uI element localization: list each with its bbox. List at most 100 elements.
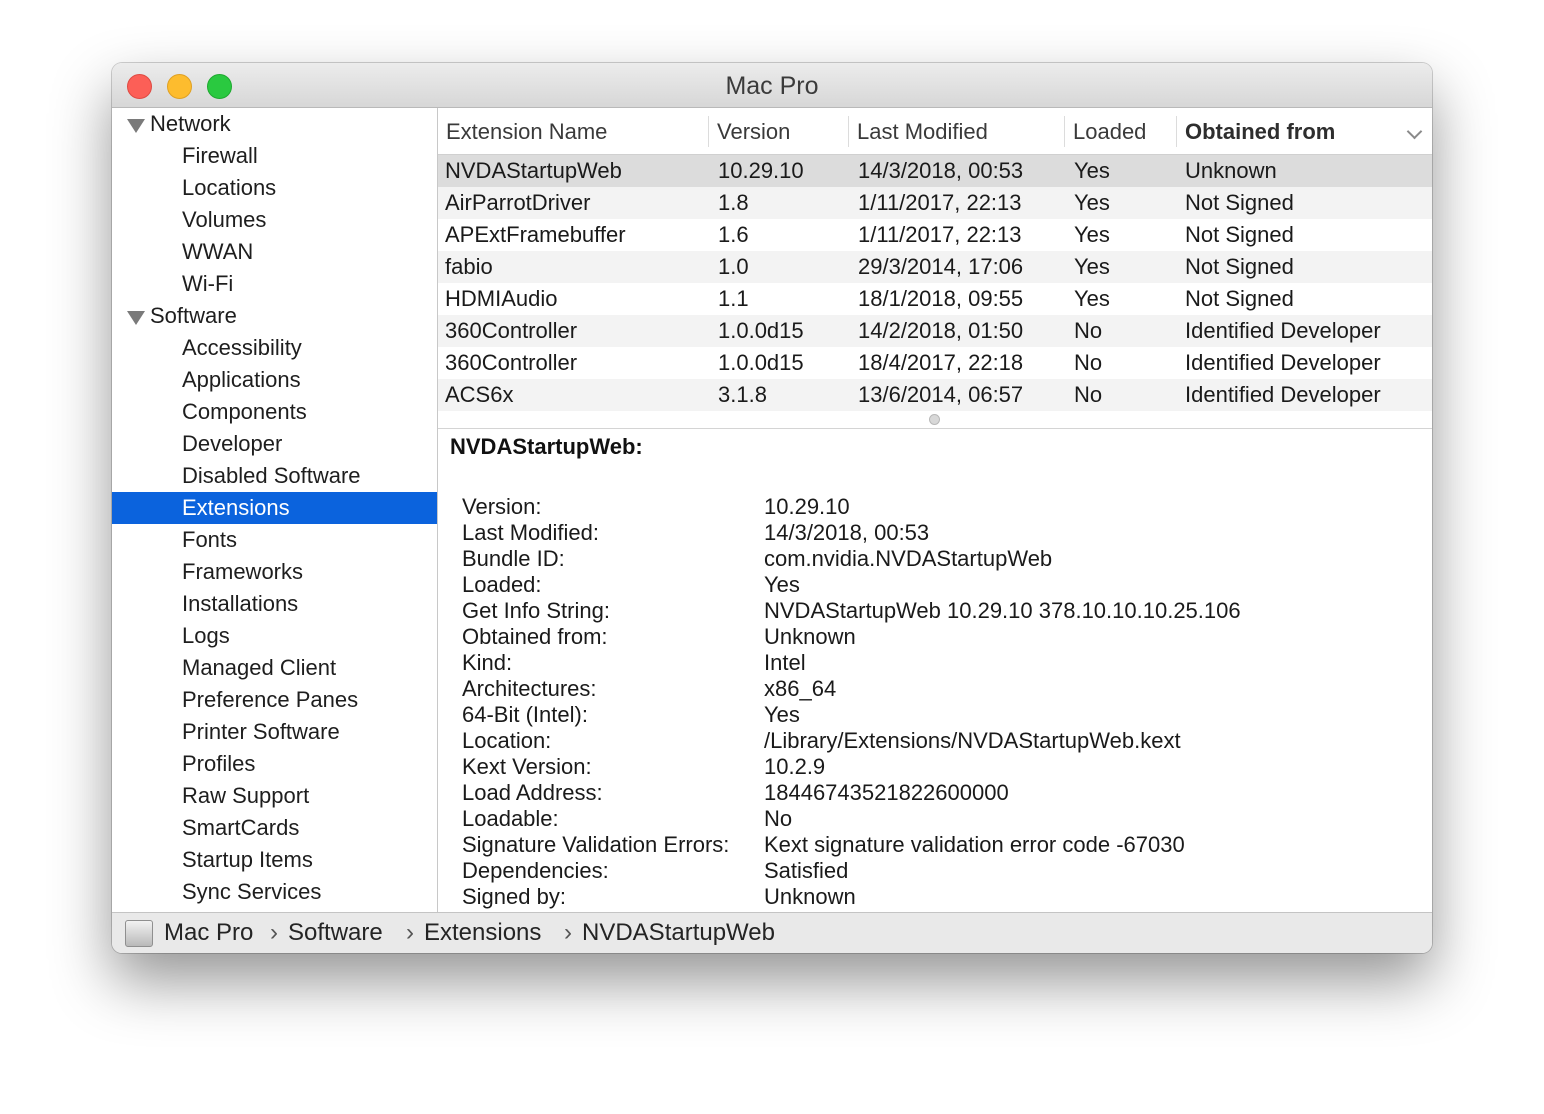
path-bar: Mac Pro › Software › Extensions › NVDASt… (112, 912, 1432, 953)
detail-value: Unknown (764, 624, 856, 649)
cell-last-modified: 1/11/2017, 22:13 (858, 190, 1022, 215)
sidebar-group-software[interactable]: Software (112, 300, 437, 332)
cell-version: 1.0.0d15 (718, 318, 804, 343)
column-header-loaded[interactable]: Loaded (1064, 116, 1176, 147)
detail-label: Bundle ID: (462, 546, 565, 571)
table-row[interactable]: 360Controller 1.0.0d15 14/2/2018, 01:50 No I… (438, 315, 1432, 347)
detail-value: com.nvidia.NVDAStartupWeb (764, 546, 1053, 571)
sidebar-item-managed-client[interactable]: Managed Client (112, 652, 437, 684)
breadcrumb-extensions[interactable]: Extensions (424, 919, 541, 947)
cell-obtained-from: Unknown (1185, 158, 1277, 183)
disclosure-triangle-icon[interactable] (127, 311, 145, 325)
cell-last-modified: 14/2/2018, 01:50 (858, 318, 1024, 343)
cell-extension-name: NVDAStartupWeb (445, 158, 622, 183)
sidebar-item-preference-panes[interactable]: Preference Panes (112, 684, 437, 716)
sidebar-item-firewall[interactable]: Firewall (112, 140, 437, 172)
cell-loaded: Yes (1074, 286, 1110, 311)
sidebar-item-logs[interactable]: Logs (112, 620, 437, 652)
sidebar-item-components[interactable]: Components (112, 396, 437, 428)
table-row[interactable]: HDMIAudio 1.1 18/1/2018, 09:55 Yes Not Signe… (438, 283, 1432, 315)
cell-version: 1.1 (718, 286, 749, 311)
sidebar-item-frameworks[interactable]: Frameworks (112, 556, 437, 588)
detail-value: Yes (764, 572, 800, 597)
sidebar-item-volumes[interactable]: Volumes (112, 204, 437, 236)
splitter-handle-icon[interactable] (929, 414, 940, 425)
table-row[interactable]: NVDAStartupWeb 10.29.10 14/3/2018, 00:53 Ye… (438, 155, 1432, 187)
sidebar-item-extensions[interactable]: Extensions (112, 492, 437, 524)
detail-label: Signature Validation Errors: (462, 832, 730, 857)
table-row[interactable]: AirParrotDriver 1.8 1/11/2017, 22:13 Yes Not… (438, 187, 1432, 219)
detail-label: Version: (462, 494, 542, 519)
cell-extension-name: fabio (445, 254, 493, 279)
detail-value: Yes (764, 702, 800, 727)
sidebar-item-developer[interactable]: Developer (112, 428, 437, 460)
sidebar-item-applications[interactable]: Applications (112, 364, 437, 396)
breadcrumb-software[interactable]: Software (288, 919, 383, 947)
sidebar-item-sync-services[interactable]: Sync Services (112, 876, 437, 908)
breadcrumb-separator: › (406, 919, 414, 946)
cell-extension-name: APExtFramebuffer (445, 222, 626, 247)
detail-label: Loaded: (462, 572, 542, 597)
sidebar-item-profiles[interactable]: Profiles (112, 748, 437, 780)
detail-label: Loadable: (462, 806, 559, 831)
detail-value: Satisfied (764, 858, 849, 883)
detail-label: Get Info String: (462, 598, 610, 623)
cell-obtained-from: Identified Developer (1185, 318, 1381, 343)
sidebar-item-printer-software[interactable]: Printer Software (112, 716, 437, 748)
title-bar[interactable]: Mac Pro (112, 63, 1432, 108)
sidebar-item-locations[interactable]: Locations (112, 172, 437, 204)
cell-last-modified: 29/3/2014, 17:06 (858, 254, 1024, 279)
detail-label: Kext Version: (462, 754, 592, 779)
chevron-down-icon (1406, 123, 1423, 140)
detail-value: 10.29.10 (764, 494, 850, 519)
table-row[interactable]: 360Controller 1.0.0d15 18/4/2017, 22:18 No I… (438, 347, 1432, 379)
detail-pane: NVDAStartupWeb: Version: 10.29.10 Last Mod… (438, 430, 1432, 912)
sidebar-item-raw-support[interactable]: Raw Support (112, 780, 437, 812)
breadcrumb-mac-pro[interactable]: Mac Pro (164, 919, 253, 947)
cell-obtained-from: Identified Developer (1185, 382, 1381, 407)
cell-obtained-from: Not Signed (1185, 286, 1294, 311)
cell-version: 3.1.8 (718, 382, 767, 407)
detail-label: Last Modified: (462, 520, 599, 545)
cell-last-modified: 14/3/2018, 00:53 (858, 158, 1024, 183)
detail-label: Kind: (462, 650, 513, 675)
column-header-obtained-from[interactable]: Obtained from (1176, 116, 1432, 147)
sidebar-item-smartcards[interactable]: SmartCards (112, 812, 437, 844)
sidebar-item-wi-fi[interactable]: Wi-Fi (112, 268, 437, 300)
split-view-divider[interactable] (438, 411, 1432, 429)
sidebar: Network Firewall Locations Volumes WWAN Wi-Fi… (112, 108, 438, 912)
cell-version: 1.6 (718, 222, 749, 247)
table-row[interactable]: fabio 1.0 29/3/2014, 17:06 Yes Not Signed (438, 251, 1432, 283)
detail-label: 64-Bit (Intel): (462, 702, 588, 727)
table-row[interactable]: ACS6x 3.1.8 13/6/2014, 06:57 No Identified D… (438, 379, 1432, 411)
detail-label: Architectures: (462, 676, 597, 701)
breadcrumb-separator: › (270, 919, 278, 946)
cell-last-modified: 1/11/2017, 22:13 (858, 222, 1022, 247)
cell-obtained-from: Not Signed (1185, 190, 1294, 215)
sidebar-item-disabled-software[interactable]: Disabled Software (112, 460, 437, 492)
cell-loaded: No (1074, 382, 1103, 407)
cell-extension-name: 360Controller (445, 318, 578, 343)
cell-version: 1.8 (718, 190, 749, 215)
column-header-version[interactable]: Version (708, 116, 848, 147)
column-header-extension-name[interactable]: Extension Name (438, 116, 703, 147)
cell-loaded: Yes (1074, 158, 1110, 183)
sidebar-item-startup-items[interactable]: Startup Items (112, 844, 437, 876)
cell-loaded: No (1074, 318, 1103, 343)
sidebar-item-fonts[interactable]: Fonts (112, 524, 437, 556)
table-row[interactable]: APExtFramebuffer 1.6 1/11/2017, 22:13 Yes No… (438, 219, 1432, 251)
disclosure-triangle-icon[interactable] (127, 119, 145, 133)
sidebar-item-accessibility[interactable]: Accessibility (112, 332, 437, 364)
breadcrumb-nvdastartupweb[interactable]: NVDAStartupWeb (582, 919, 775, 947)
detail-value: x86_64 (764, 676, 837, 701)
computer-icon (125, 920, 153, 947)
sidebar-group-network[interactable]: Network (112, 108, 437, 140)
extensions-table: NVDAStartupWeb 10.29.10 14/3/2018, 00:53 Ye… (438, 155, 1432, 411)
sidebar-item-wwan[interactable]: WWAN (112, 236, 437, 268)
cell-obtained-from: Identified Developer (1185, 350, 1381, 375)
cell-loaded: No (1074, 350, 1103, 375)
column-header-last-modified[interactable]: Last Modified (848, 116, 1064, 147)
sidebar-item-installations[interactable]: Installations (112, 588, 437, 620)
cell-version: 10.29.10 (718, 158, 804, 183)
detail-label: Signed by: (462, 884, 566, 909)
